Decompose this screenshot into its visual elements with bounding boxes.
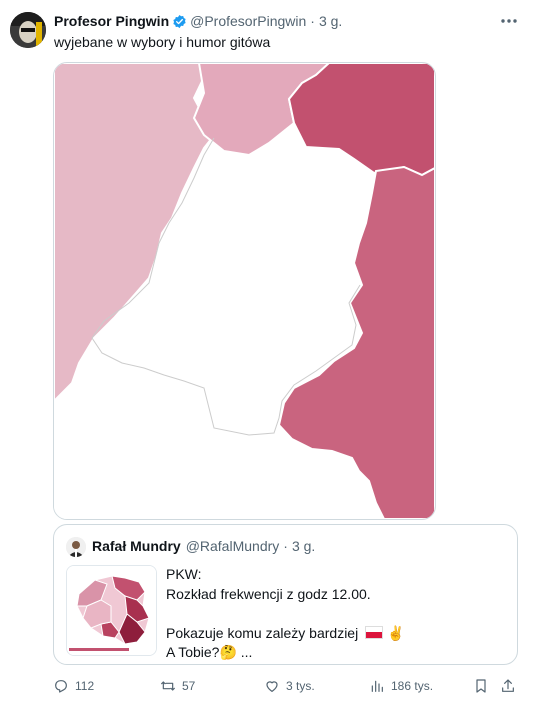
separator-dot: · xyxy=(283,538,288,554)
quote-line-5: A Tobie?🤔 ... xyxy=(166,644,253,660)
quote-media-thumbnail xyxy=(66,565,157,656)
like-icon xyxy=(266,681,278,692)
author-name[interactable]: Profesor Pingwin xyxy=(54,13,169,29)
quote-line-4: Pokazuje komu zależy bardziej xyxy=(166,624,359,641)
tweet-text: wyjebane w wybory i humor gitówa xyxy=(54,34,271,50)
tweet-header: Profesor Pingwin @ProfesorPingwin · 3 g. xyxy=(54,12,342,30)
share-button[interactable] xyxy=(500,677,522,695)
retweet-icon xyxy=(161,681,175,691)
separator-dot: · xyxy=(310,13,315,29)
avatar-face-icon xyxy=(66,537,86,557)
quote-line-1: PKW: xyxy=(166,566,202,582)
like-count: 3 tys. xyxy=(286,679,315,693)
views-icon xyxy=(371,680,383,692)
victory-hand-emoji: ✌️ xyxy=(387,624,405,641)
share-icon xyxy=(502,679,514,692)
poland-flag-icon xyxy=(365,625,384,639)
author-handle[interactable]: @ProfesorPingwin xyxy=(190,13,306,29)
bookmark-icon xyxy=(476,679,486,693)
verified-badge-icon xyxy=(173,14,186,28)
reply-button[interactable]: 112 xyxy=(53,677,94,695)
quote-header: Rafał Mundry @RafalMundry · 3 g. xyxy=(92,538,315,554)
avatar-face-icon xyxy=(10,12,46,48)
views-count: 186 tys. xyxy=(391,679,434,693)
more-options-button[interactable] xyxy=(500,14,518,28)
reply-count: 112 xyxy=(75,679,95,693)
quote-line-3 xyxy=(166,604,404,624)
quote-line-4-row: Pokazuje komu zależy bardziej ✌️ xyxy=(166,624,404,644)
retweet-count: 57 xyxy=(182,679,196,693)
quote-author-name: Rafał Mundry xyxy=(92,538,181,554)
quote-line-2: Rozkład frekwencji z godz 12.00. xyxy=(166,585,371,602)
tweet-time[interactable]: 3 g. xyxy=(319,13,342,29)
views-button[interactable]: 186 tys. xyxy=(369,677,433,695)
bookmark-button[interactable] xyxy=(473,677,495,695)
quoted-tweet[interactable]: Rafał Mundry @RafalMundry · 3 g. PKW: Ro… xyxy=(53,524,518,665)
tweet-media-image[interactable] xyxy=(53,62,436,520)
more-options-icon xyxy=(501,19,517,23)
poland-map-thumbnail-icon xyxy=(67,566,156,655)
like-button[interactable]: 3 tys. xyxy=(264,677,315,695)
quote-author-handle: @RafalMundry xyxy=(185,538,280,554)
quote-text: PKW: Rozkład frekwencji z godz 12.00. Po… xyxy=(166,565,404,663)
quote-time: 3 g. xyxy=(291,538,316,554)
author-avatar[interactable] xyxy=(10,12,46,48)
retweet-button[interactable]: 57 xyxy=(160,677,195,695)
reply-icon xyxy=(55,680,67,693)
quote-author-avatar[interactable] xyxy=(66,537,86,557)
map-crop-image xyxy=(54,63,435,519)
